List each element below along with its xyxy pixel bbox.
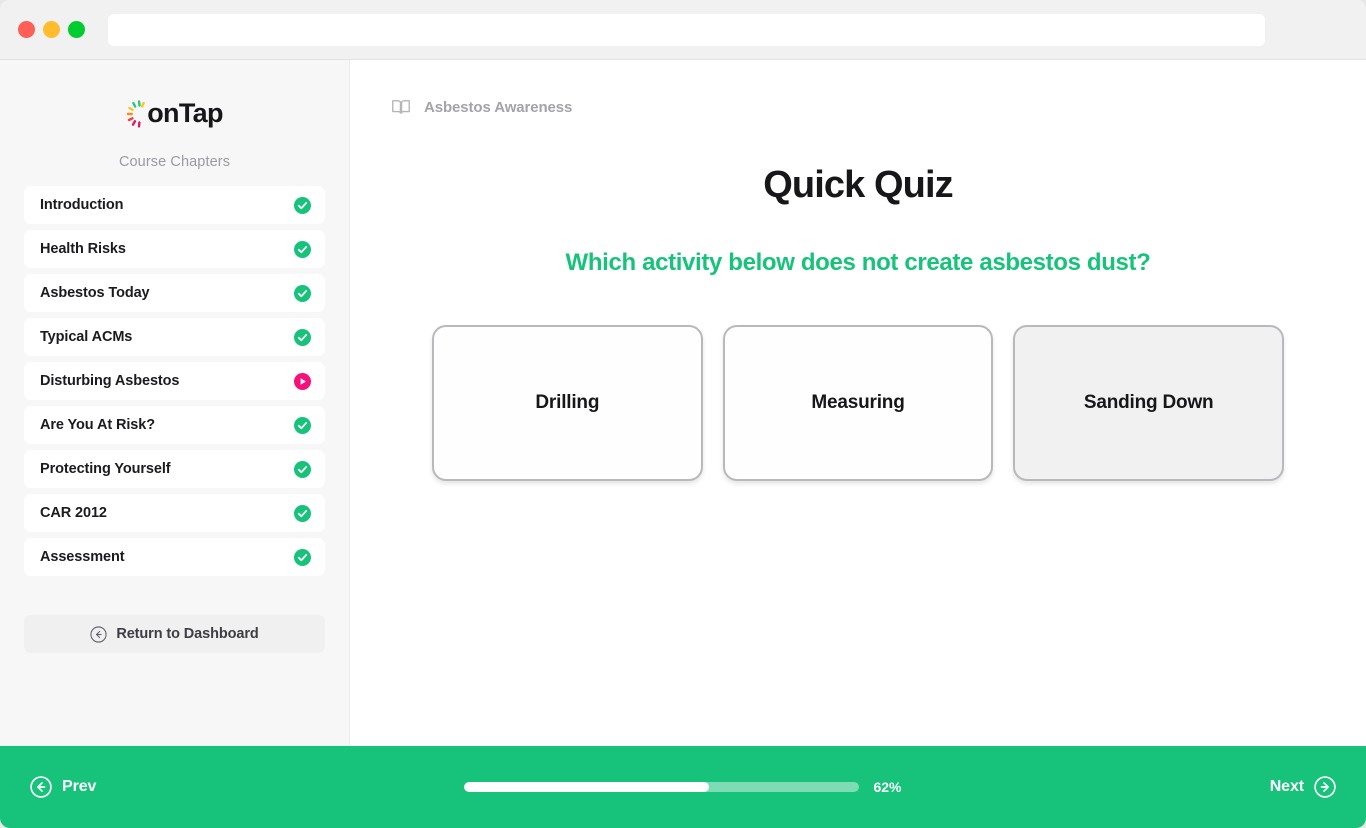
progress-bar-track (464, 782, 860, 792)
quiz-question: Which activity below does not create asb… (565, 249, 1151, 276)
logo-text: onTap (147, 98, 223, 128)
browser-window: onTap Course Chapters Introduction Healt… (0, 0, 1366, 828)
address-bar-input[interactable] (108, 13, 1265, 46)
answer-options: Drilling Measuring Sanding Down (390, 325, 1326, 481)
chapter-label: Disturbing Asbestos (40, 373, 180, 389)
browser-chrome (0, 0, 1366, 60)
sidebar: onTap Course Chapters Introduction Healt… (0, 60, 350, 746)
traffic-light-group (18, 21, 85, 38)
sidebar-item-disturbing-asbestos[interactable]: Disturbing Asbestos (24, 362, 325, 400)
brand-logo: onTap (24, 60, 325, 136)
minimize-window-button[interactable] (43, 21, 60, 38)
chapter-label: Are You At Risk? (40, 417, 155, 433)
check-circle-icon (294, 504, 311, 522)
breadcrumb-label: Asbestos Awareness (424, 98, 573, 116)
sidebar-item-assessment[interactable]: Assessment (24, 538, 325, 576)
sidebar-item-protecting-yourself[interactable]: Protecting Yourself (24, 450, 325, 488)
check-circle-icon (294, 460, 311, 478)
answer-option-drilling[interactable]: Drilling (432, 325, 703, 481)
check-circle-icon (294, 240, 311, 258)
progress-bar-fill (464, 782, 710, 792)
close-window-button[interactable] (18, 21, 35, 38)
check-circle-icon (294, 328, 311, 346)
next-button[interactable]: Next (1270, 776, 1336, 798)
chapter-label: Assessment (40, 549, 125, 565)
sidebar-item-introduction[interactable]: Introduction (24, 186, 325, 224)
chapter-label: Typical ACMs (40, 329, 133, 345)
main-content: Asbestos Awareness Quick Quiz Which acti… (350, 60, 1366, 746)
arrow-right-circle-icon (1314, 776, 1336, 798)
arrow-left-circle-icon (30, 776, 52, 798)
answer-option-measuring[interactable]: Measuring (722, 325, 994, 481)
answer-label: Measuring (811, 392, 905, 413)
chapter-label: Asbestos Today (40, 285, 150, 301)
prev-label: Prev (62, 778, 97, 795)
sidebar-item-health-risks[interactable]: Health Risks (24, 230, 325, 268)
answer-option-sanding-down[interactable]: Sanding Down (1013, 325, 1285, 481)
chapter-list: Introduction Health Risks Asbestos Today (24, 186, 325, 576)
check-circle-icon (294, 284, 311, 302)
course-navigation-footer: Prev 62% Next (0, 746, 1366, 828)
logo-burst-icon (126, 99, 148, 129)
progress-percent-label: 62% (873, 779, 902, 795)
breadcrumb[interactable]: Asbestos Awareness (390, 95, 1326, 119)
page-title: Quick Quiz (763, 164, 953, 206)
check-circle-icon (294, 416, 311, 434)
chapter-label: Health Risks (40, 241, 126, 257)
chapter-label: Introduction (40, 197, 124, 213)
sidebar-item-are-you-at-risk[interactable]: Are You At Risk? (24, 406, 325, 444)
book-icon (392, 100, 410, 114)
play-circle-icon (294, 372, 311, 390)
chapter-label: Protecting Yourself (40, 461, 171, 477)
check-circle-icon (294, 196, 311, 214)
answer-label: Sanding Down (1083, 392, 1214, 413)
page-body: onTap Course Chapters Introduction Healt… (0, 60, 1366, 746)
next-label: Next (1269, 778, 1304, 795)
sidebar-item-asbestos-today[interactable]: Asbestos Today (24, 274, 325, 312)
course-progress: 62% (0, 779, 1366, 795)
arrow-left-circle-icon (90, 625, 107, 643)
sidebar-item-typical-acms[interactable]: Typical ACMs (24, 318, 325, 356)
answer-label: Drilling (535, 392, 600, 413)
return-to-dashboard-button[interactable]: Return to Dashboard (24, 615, 325, 653)
sidebar-item-car-2012[interactable]: CAR 2012 (24, 494, 325, 532)
check-circle-icon (294, 548, 311, 566)
prev-button[interactable]: Prev (30, 776, 96, 798)
sidebar-section-title: Course Chapters (118, 154, 231, 170)
return-to-dashboard-label: Return to Dashboard (116, 626, 259, 642)
maximize-window-button[interactable] (68, 21, 85, 38)
chapter-label: CAR 2012 (40, 505, 107, 521)
